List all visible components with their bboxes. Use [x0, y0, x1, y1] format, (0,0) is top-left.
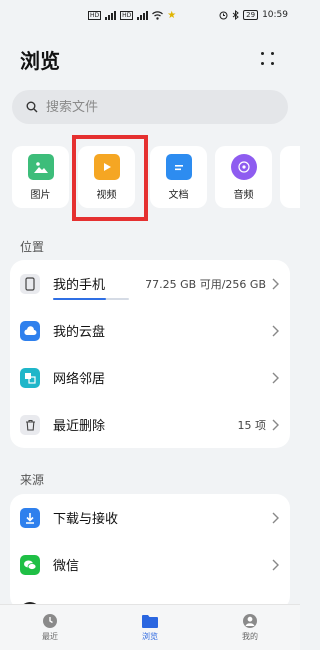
signal-icon-2 [137, 10, 149, 20]
location-label: 我的云盘 [53, 325, 106, 340]
location-card: 我的手机 77.25 GB 可用/256 GB 我的云盘 网络邻居 最近删除 1… [10, 260, 290, 448]
wechat-icon [20, 554, 40, 575]
deleted-count: 15 项 [237, 418, 267, 432]
section-label-source: 来源 [20, 473, 45, 487]
category-label: 图片 [30, 189, 51, 201]
trash-icon [20, 414, 40, 435]
location-item-cloud[interactable]: 我的云盘 [10, 307, 290, 354]
wifi-icon [152, 10, 164, 20]
nav-profile[interactable]: 我的 [210, 613, 290, 642]
storage-progress [53, 298, 129, 300]
search-input[interactable] [46, 99, 246, 115]
nav-recent[interactable]: 最近 [10, 613, 90, 642]
chevron-right-icon [272, 512, 279, 523]
source-card: 下载与接收 微信 [10, 494, 290, 610]
battery-indicator: 29 [243, 10, 259, 20]
header: 浏览 [20, 44, 280, 74]
cloud-icon [20, 320, 40, 341]
chevron-right-icon [272, 325, 279, 336]
audio-icon [230, 153, 257, 180]
chevron-right-icon [272, 278, 279, 289]
document-icon [165, 153, 192, 180]
star-icon: ★ [167, 9, 177, 21]
bottom-nav: 最近 浏览 我的 [0, 604, 300, 650]
storage-value: 77.25 GB 可用/256 GB [145, 277, 266, 291]
location-item-recently-deleted[interactable]: 最近删除 15 项 [10, 401, 290, 448]
category-documents[interactable]: 文档 [150, 146, 207, 208]
storage-progress-fill [53, 298, 107, 300]
nav-label: 浏览 [142, 631, 158, 641]
category-row: 图片 视频 文档 音频 [12, 146, 300, 208]
source-label: 微信 [53, 559, 80, 574]
location-label: 最近删除 [53, 419, 106, 434]
alarm-icon [219, 11, 228, 20]
location-item-my-phone[interactable]: 我的手机 77.25 GB 可用/256 GB [10, 260, 290, 307]
folder-icon [142, 614, 158, 628]
search-bar[interactable] [12, 90, 288, 124]
category-audio[interactable]: 音频 [215, 146, 272, 208]
chevron-right-icon [272, 559, 279, 570]
page-title: 浏览 [20, 48, 60, 73]
profile-icon [243, 614, 257, 628]
download-icon [20, 507, 40, 528]
nav-label: 我的 [242, 632, 258, 641]
phone-icon [20, 273, 40, 294]
location-item-network[interactable]: 网络邻居 [10, 354, 290, 401]
status-bar: HD HD ★ 29 10:59 [0, 0, 300, 30]
status-right: 29 10:59 [219, 10, 288, 20]
source-item-wechat[interactable]: 微信 [10, 541, 290, 588]
section-label-location: 位置 [20, 240, 45, 254]
category-label: 文档 [168, 189, 189, 201]
category-images[interactable]: 图片 [12, 146, 69, 208]
clock-time: 10:59 [262, 10, 288, 20]
more-options-button[interactable] [256, 47, 280, 71]
bluetooth-icon [232, 10, 239, 20]
nav-browse[interactable]: 浏览 [110, 614, 190, 642]
status-left: HD HD ★ [88, 10, 176, 21]
location-label: 网络邻居 [53, 372, 106, 387]
nav-label: 最近 [42, 632, 58, 641]
category-label: 音频 [233, 189, 254, 201]
chevron-right-icon [272, 372, 279, 383]
signal-icon [105, 10, 117, 20]
category-more[interactable] [280, 146, 300, 208]
clock-icon [43, 614, 57, 628]
image-icon [27, 153, 54, 180]
network-icon [20, 367, 40, 388]
location-label: 我的手机 [53, 278, 106, 293]
hd-badge: HD [88, 10, 102, 20]
chevron-right-icon [272, 419, 279, 430]
source-label: 下载与接收 [53, 512, 119, 527]
source-item-downloads[interactable]: 下载与接收 [10, 494, 290, 541]
search-icon [26, 101, 38, 113]
highlight-box [72, 135, 148, 221]
hd-badge-2: HD [120, 10, 134, 20]
